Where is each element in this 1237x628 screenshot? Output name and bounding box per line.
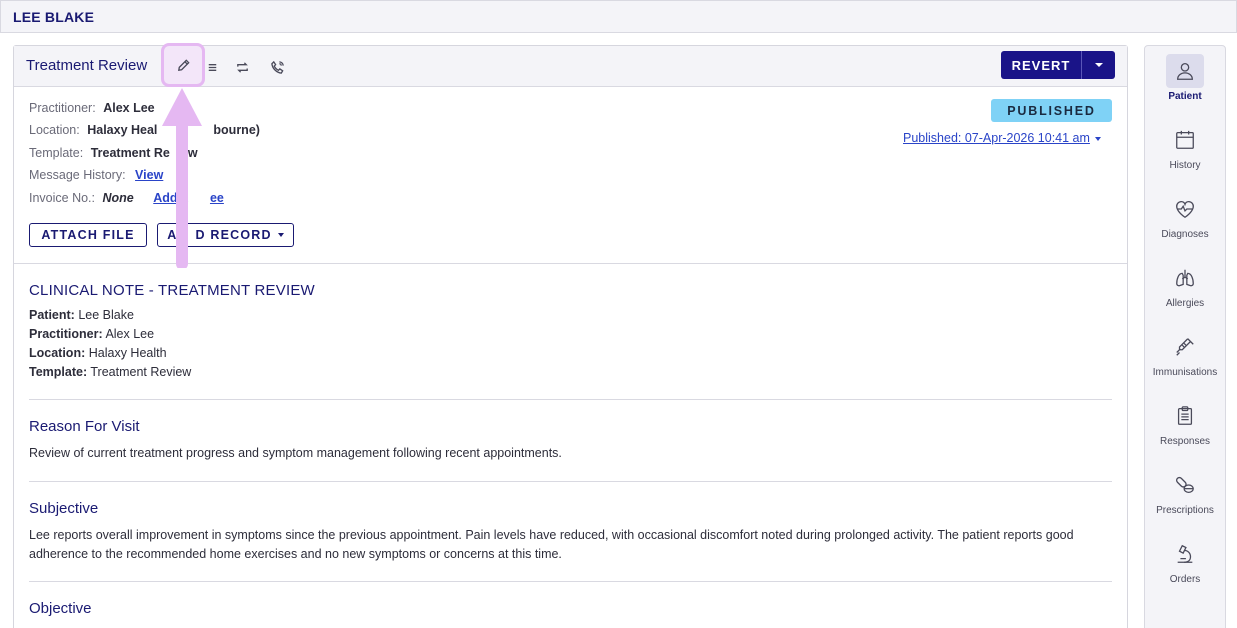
calendar-icon — [1176, 130, 1194, 149]
caret-down-icon — [1094, 136, 1101, 141]
status-badge: PUBLISHED — [991, 99, 1112, 122]
section-heading-objective: Objective — [29, 600, 92, 617]
pills-icon — [1175, 476, 1194, 493]
section-divider — [29, 399, 1112, 400]
invoice-value: None — [102, 191, 134, 205]
meta-template: Template: Treatment Re w — [29, 146, 198, 160]
sidebar-item-label: Orders — [1169, 574, 1201, 585]
section-body-reason: Review of current treatment progress and… — [29, 446, 562, 460]
chevron-down-icon — [1094, 63, 1103, 67]
invoice-label: Invoice No.: — [29, 191, 96, 205]
sidebar-item-orders[interactable]: Orders — [1145, 537, 1225, 585]
summary-label: Location: — [29, 346, 86, 360]
meta-location: Location: Halaxy Heal bourne) — [29, 123, 260, 137]
phone-icon — [270, 60, 284, 74]
person-icon — [1177, 63, 1193, 80]
caret-down-icon — [277, 233, 284, 237]
sidebar-item-immunisations[interactable]: Immunisations — [1145, 330, 1225, 378]
clipboard-icon — [1177, 406, 1193, 425]
summary-value: Lee Blake — [78, 308, 134, 322]
location-value: Halaxy Heal — [87, 123, 158, 137]
revert-button[interactable]: REVERT — [1001, 51, 1081, 79]
patient-sidebar: Patient History Diagnoses Allergies Immu… — [1144, 45, 1226, 628]
lungs-icon — [1176, 269, 1194, 287]
add-record-button[interactable]: A D RECORD — [157, 223, 294, 247]
sidebar-item-patient[interactable]: Patient — [1145, 54, 1225, 102]
sidebar-item-label: Patient — [1168, 91, 1202, 102]
practitioner-label: Practitioner: — [29, 101, 96, 115]
section-heading-reason: Reason For Visit — [29, 418, 140, 435]
summary-practitioner: Practitioner: Alex Lee — [29, 327, 154, 341]
add-record-label-end: D RECORD — [195, 228, 272, 242]
repeat-icon — [236, 61, 248, 73]
sidebar-item-history[interactable]: History — [1145, 123, 1225, 171]
list-button[interactable] — [199, 54, 225, 80]
attach-file-label: ATTACH FILE — [41, 228, 135, 242]
section-heading-subjective: Subjective — [29, 500, 99, 517]
treatment-review-card: Treatment Review REVERT Practitioner: Al… — [13, 43, 1128, 628]
summary-template: Template: Treatment Review — [29, 365, 191, 379]
sidebar-item-label: Diagnoses — [1161, 229, 1209, 240]
location-value-end: bourne) — [213, 123, 260, 137]
summary-value: Treatment Review — [90, 365, 192, 379]
sidebar-item-label: Allergies — [1165, 298, 1205, 309]
location-label: Location: — [29, 123, 80, 137]
sidebar-item-allergies[interactable]: Allergies — [1145, 261, 1225, 309]
meta-invoice: Invoice No.: None Add a ee — [29, 191, 224, 205]
practitioner-value: Alex Lee — [103, 101, 155, 115]
syringe-icon — [1176, 338, 1194, 356]
summary-label: Template: — [29, 365, 88, 379]
add-record-label-start: A — [167, 228, 178, 242]
call-button[interactable] — [264, 54, 290, 80]
summary-patient: Patient: Lee Blake — [29, 308, 134, 322]
sidebar-item-responses[interactable]: Responses — [1145, 399, 1225, 447]
summary-value: Alex Lee — [105, 327, 155, 341]
section-body-subjective: Lee reports overall improvement in sympt… — [29, 528, 1074, 561]
summary-value: Halaxy Health — [88, 346, 167, 360]
revert-split-button: REVERT — [1001, 51, 1115, 79]
sidebar-item-label: Immunisations — [1152, 367, 1218, 378]
sidebar-item-prescriptions[interactable]: Prescriptions — [1145, 468, 1225, 516]
message-history-label: Message History: — [29, 168, 126, 182]
heart-pulse-icon — [1176, 201, 1194, 219]
summary-label: Patient: — [29, 308, 75, 322]
revert-dropdown-toggle[interactable] — [1081, 51, 1115, 79]
attach-file-button[interactable]: ATTACH FILE — [29, 223, 147, 247]
summary-label: Practitioner: — [29, 327, 103, 341]
sidebar-item-label: Prescriptions — [1156, 505, 1214, 516]
add-fee-link-end[interactable]: ee — [210, 191, 224, 205]
published-date-dropdown[interactable]: Published: 07-Apr-2026 10:41 am — [903, 131, 1101, 145]
clinical-note-heading: CLINICAL NOTE - TREATMENT REVIEW — [29, 282, 315, 299]
section-divider — [29, 581, 1112, 582]
add-fee-link[interactable]: Add a — [153, 191, 188, 205]
card-title: Treatment Review — [26, 57, 148, 74]
divider — [14, 263, 1127, 264]
patient-header-bar: LEE BLAKE — [0, 0, 1237, 33]
template-value: Treatment Re — [90, 146, 170, 160]
card-header: Treatment Review REVERT — [14, 43, 1127, 87]
meta-practitioner: Practitioner: Alex Lee — [29, 101, 155, 115]
meta-message-history: Message History: View — [29, 168, 163, 182]
repeat-button[interactable] — [229, 54, 255, 80]
summary-location: Location: Halaxy Health — [29, 346, 167, 360]
pencil-icon — [177, 58, 190, 71]
microscope-icon — [1177, 544, 1193, 563]
patient-name: LEE BLAKE — [13, 9, 95, 25]
section-divider — [29, 481, 1112, 482]
list-icon — [208, 63, 216, 71]
sidebar-item-label: History — [1169, 160, 1201, 171]
sidebar-item-diagnoses[interactable]: Diagnoses — [1145, 192, 1225, 240]
sidebar-item-label: Responses — [1159, 436, 1211, 447]
message-history-view-link[interactable]: View — [135, 168, 163, 182]
published-date-text: Published: 07-Apr-2026 10:41 am — [903, 131, 1090, 145]
template-value-end: w — [187, 146, 198, 160]
template-label: Template: — [29, 146, 84, 160]
